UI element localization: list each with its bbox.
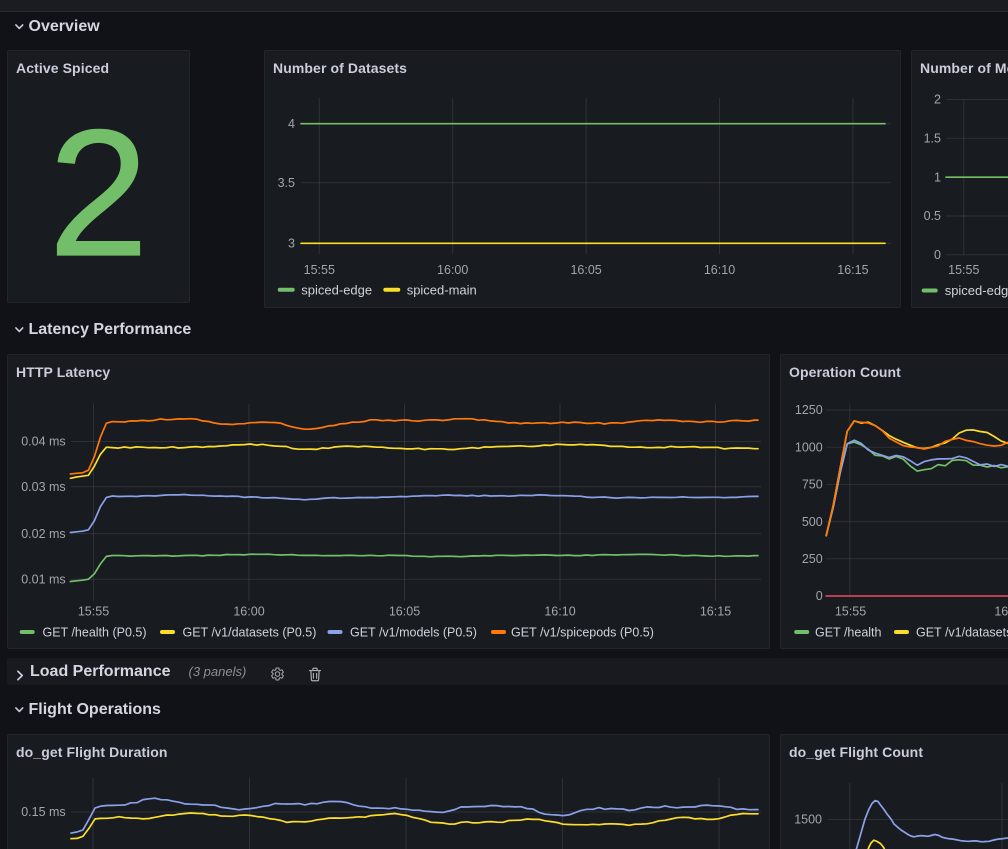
svg-text:3: 3 [288,237,295,251]
svg-text:0: 0 [816,589,823,603]
svg-text:1250: 1250 [795,403,823,417]
svg-text:1000: 1000 [795,440,823,454]
svg-text:750: 750 [802,478,823,492]
svg-text:15:55: 15:55 [78,605,109,619]
svg-text:GET /v1/datasets (P0.5): GET /v1/datasets (P0.5) [183,626,317,640]
svg-text:GET /v1/datasets: GET /v1/datasets [916,626,1008,640]
svg-text:16:10: 16:10 [544,605,575,619]
svg-text:15:55: 15:55 [948,263,979,277]
svg-text:GET /health (P0.5): GET /health (P0.5) [43,626,147,640]
svg-text:15:55: 15:55 [835,605,866,619]
svg-text:GET /health: GET /health [815,626,882,640]
svg-text:16:00: 16:00 [437,263,468,277]
svg-text:4: 4 [288,117,295,131]
svg-text:0.5: 0.5 [924,209,941,223]
svg-text:1500: 1500 [794,813,822,827]
svg-text:spiced-edge: spiced-edge [301,282,372,297]
svg-text:500: 500 [802,515,823,529]
svg-text:GET /v1/spicepods (P0.5): GET /v1/spicepods (P0.5) [511,626,654,640]
svg-text:1.5: 1.5 [924,132,941,146]
svg-text:250: 250 [802,552,823,566]
svg-text:spiced-main: spiced-main [407,282,477,297]
svg-text:16:00: 16:00 [994,605,1008,619]
svg-text:0.01 ms: 0.01 ms [21,572,65,586]
svg-text:3.5: 3.5 [278,176,295,190]
svg-text:0.02 ms: 0.02 ms [21,527,65,541]
svg-text:16:15: 16:15 [700,605,731,619]
svg-text:0.04 ms: 0.04 ms [21,435,65,449]
svg-text:15:55: 15:55 [304,263,335,277]
svg-text:2: 2 [934,93,941,107]
svg-text:0: 0 [934,248,941,262]
svg-text:0.15 ms: 0.15 ms [21,805,65,819]
svg-text:0.03 ms: 0.03 ms [21,480,65,494]
svg-text:1: 1 [934,170,941,184]
svg-text:16:10: 16:10 [704,263,735,277]
svg-text:16:05: 16:05 [389,605,420,619]
svg-text:16:05: 16:05 [570,263,601,277]
svg-text:16:15: 16:15 [837,263,868,277]
svg-text:GET /v1/models (P0.5): GET /v1/models (P0.5) [350,626,477,640]
svg-text:16:00: 16:00 [233,605,264,619]
svg-text:spiced-edge: spiced-edge [945,283,1008,298]
